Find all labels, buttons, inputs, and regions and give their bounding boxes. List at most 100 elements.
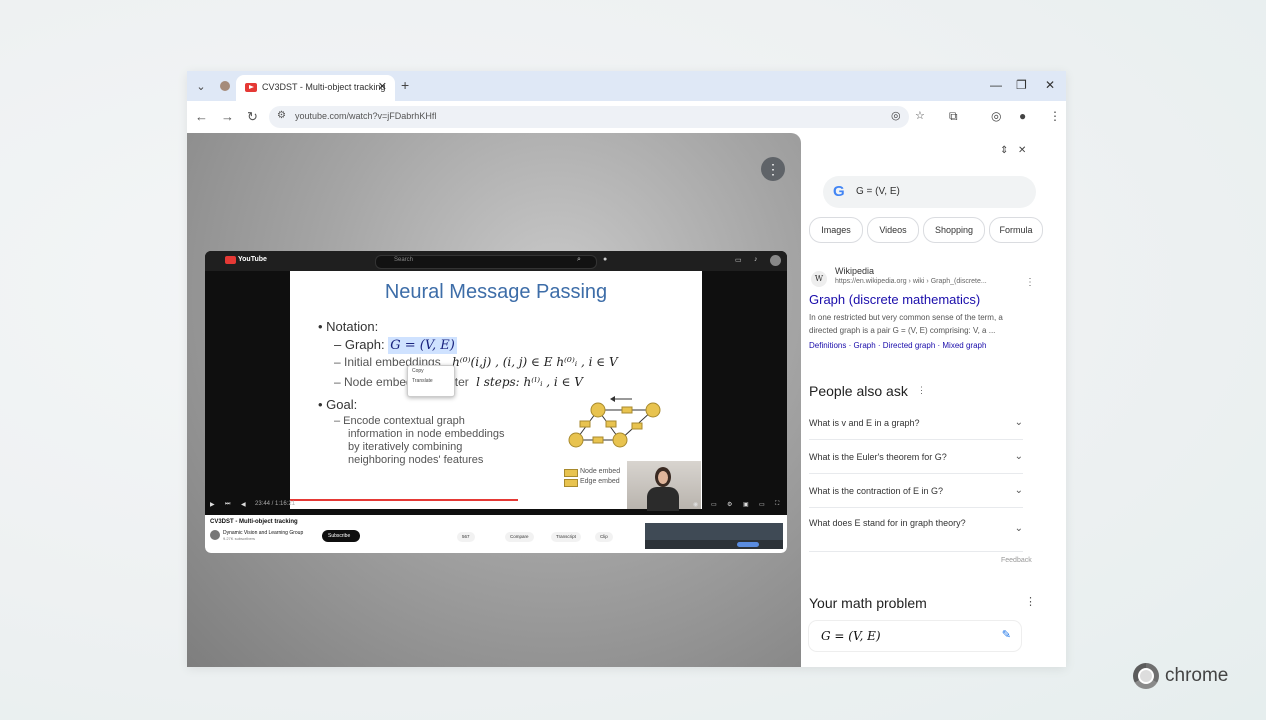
miniplayer-icon[interactable]: ▣ <box>743 501 749 508</box>
chip-images[interactable]: Images <box>809 217 863 243</box>
people-also-ask-title: People also ask <box>809 383 908 399</box>
bookmark-star-icon[interactable]: ☆ <box>915 109 925 122</box>
close-window-icon[interactable]: ✕ <box>1045 78 1055 92</box>
legend-edge-swatch <box>564 479 578 487</box>
selection-popup[interactable]: Copy Translate <box>407 365 455 397</box>
result-snippet: In one restricted but very common sense … <box>809 313 1003 335</box>
math-problem-title: Your math problem <box>809 595 927 611</box>
math-problem-card[interactable]: G = (V, E) ✎ <box>809 621 1021 651</box>
transcript-button[interactable]: Transcript <box>551 532 581 542</box>
extensions-icon[interactable]: ⧉ <box>949 109 958 124</box>
forward-icon[interactable]: → <box>221 109 234 124</box>
clip-button[interactable]: Clip <box>595 532 613 542</box>
autoplay-toggle[interactable]: ◉ <box>693 501 698 508</box>
lens-icon[interactable]: ◎ <box>991 109 1001 123</box>
settings-icon[interactable]: ⚙ <box>727 501 732 508</box>
volume-icon[interactable]: ◀ <box>241 501 246 508</box>
create-icon[interactable]: ▭ <box>735 256 742 264</box>
captions-icon[interactable]: ▭ <box>711 501 717 508</box>
math-more-icon[interactable]: ⋮ <box>1025 595 1036 608</box>
question-row[interactable]: What is the Euler's theorem for G? ⌄ <box>809 443 1023 474</box>
result-url: https://en.wikipedia.org › wiki › Graph_… <box>835 278 987 285</box>
highlighted-equation[interactable]: G = (V, E) <box>388 337 457 354</box>
question-text: What is v and E in a graph? <box>809 418 920 428</box>
youtube-search-input[interactable]: Search <box>375 255 597 269</box>
more-options-icon[interactable]: ⋮ <box>761 157 785 181</box>
minimize-icon[interactable]: — <box>990 78 1002 92</box>
youtube-wordmark: YouTube <box>238 256 267 263</box>
question-text: What does E stand for in graph theory? <box>809 518 966 528</box>
chip-formula[interactable]: Formula <box>989 217 1043 243</box>
goal-text-4: neighboring nodes' features <box>348 454 484 466</box>
math-equation: G = (V, E) <box>821 629 881 643</box>
legend-edge-label: Edge embed <box>580 478 620 485</box>
fullscreen-icon[interactable]: ⛶ <box>775 501 779 508</box>
result-title-link[interactable]: Graph (discrete mathematics) <box>809 292 980 307</box>
chrome-wordmark: chrome <box>1165 665 1229 686</box>
notifications-icon[interactable]: ♪ <box>754 256 758 263</box>
mic-icon[interactable]: ● <box>603 256 607 263</box>
translate-option[interactable]: Translate <box>408 376 454 386</box>
copy-option[interactable]: Copy <box>408 366 454 376</box>
google-search-box[interactable]: G G = (V, E) <box>823 176 1036 208</box>
tab-active[interactable]: CV3DST - Multi-object tracking ✕ <box>236 75 395 101</box>
site-info-icon[interactable]: ⚙ <box>277 110 286 121</box>
theater-icon[interactable]: ▭ <box>759 501 765 508</box>
graph-line: – Graph: G = (V, E) <box>334 337 457 354</box>
back-icon[interactable]: ← <box>195 109 208 124</box>
tab-search-icon[interactable]: ⌄ <box>193 78 209 94</box>
slide-title: Neural Message Passing <box>384 281 608 303</box>
youtube-favicon-icon <box>245 83 257 92</box>
tab-title: CV3DST - Multi-object tracking <box>262 82 386 92</box>
notation-bullet: • Notation: <box>318 319 379 334</box>
restore-icon[interactable]: ❐ <box>1016 78 1027 92</box>
video-title: CV3DST - Multi-object tracking <box>210 519 298 525</box>
account-icon[interactable]: ● <box>1019 109 1026 123</box>
toolbar: ← → ↻ ⚙ youtube.com/watch?v=jFDabrhKHfl … <box>187 101 1066 133</box>
chip-shopping[interactable]: Shopping <box>923 217 985 243</box>
browser-window: ⌄ CV3DST - Multi-object tracking ✕ + — ❐… <box>187 71 1066 667</box>
chevron-down-icon[interactable]: ⌄ <box>1015 417 1023 428</box>
youtube-avatar[interactable] <box>770 255 781 266</box>
new-tab-button[interactable]: + <box>401 77 409 93</box>
result-sitelinks[interactable]: Definitions · Graph · Directed graph · M… <box>809 341 986 350</box>
channel-avatar[interactable] <box>210 530 220 540</box>
open-in-new-tab-icon[interactable]: ⇕ <box>1000 145 1008 156</box>
initial-embeddings-line: – Initial embeddings h⁽⁰⁾(i,j) , (i, j) … <box>334 355 618 369</box>
question-row[interactable]: What is v and E in a graph? ⌄ <box>809 409 1023 440</box>
menu-kebab-icon[interactable]: ⋮ <box>1049 109 1061 123</box>
address-bar[interactable]: ⚙ youtube.com/watch?v=jFDabrhKHfl ◎ ☆ <box>269 106 925 128</box>
result-more-icon[interactable]: ⋮ <box>1025 277 1035 288</box>
close-panel-icon[interactable]: ✕ <box>1018 145 1026 156</box>
goal-text-1: – Encode contextual graph <box>334 415 465 427</box>
feedback-link[interactable]: Feedback <box>1001 557 1032 564</box>
chrome-brand: chrome <box>1133 663 1243 691</box>
profile-avatar-icon[interactable] <box>217 78 233 94</box>
edit-pencil-icon[interactable]: ✎ <box>1002 628 1011 641</box>
question-text: What is the contraction of E in G? <box>809 486 944 496</box>
goal-text-2: information in node embeddings <box>348 428 505 440</box>
question-text: What is the Euler's theorem for G? <box>809 452 947 462</box>
search-icon[interactable]: ⌕ <box>577 256 581 264</box>
chip-videos[interactable]: Videos <box>867 217 919 243</box>
chevron-down-icon[interactable]: ⌄ <box>1015 523 1023 534</box>
like-button[interactable]: 567 <box>457 532 475 542</box>
question-row[interactable]: What is the contraction of E in G? ⌄ <box>809 477 1023 508</box>
tab-strip: ⌄ CV3DST - Multi-object tracking ✕ + — ❐… <box>187 71 1066 101</box>
youtube-screenshot: YouTube Search ⌕ ● ▭ ♪ Neural Message Pa… <box>205 251 787 553</box>
subscribe-button[interactable]: Subscribe <box>322 530 360 542</box>
google-logo-icon: G <box>833 183 845 200</box>
youtube-header: YouTube Search ⌕ ● ▭ ♪ <box>205 251 787 271</box>
close-tab-icon[interactable]: ✕ <box>378 80 387 93</box>
play-icon[interactable]: ▶ <box>210 501 215 508</box>
info-icon[interactable]: ⋮ <box>917 385 926 396</box>
reload-icon[interactable]: ↻ <box>247 109 258 125</box>
question-row[interactable]: What does E stand for in graph theory? ⌄ <box>809 511 1023 552</box>
compare-button[interactable]: Compare <box>505 532 534 542</box>
google-lens-icon[interactable]: ◎ <box>891 109 901 122</box>
chevron-down-icon[interactable]: ⌄ <box>1015 451 1023 462</box>
related-thumbnail[interactable] <box>645 523 783 549</box>
search-query: G = (V, E) <box>856 186 900 197</box>
chevron-down-icon[interactable]: ⌄ <box>1015 485 1023 496</box>
next-icon[interactable]: ⏭ <box>225 501 230 508</box>
